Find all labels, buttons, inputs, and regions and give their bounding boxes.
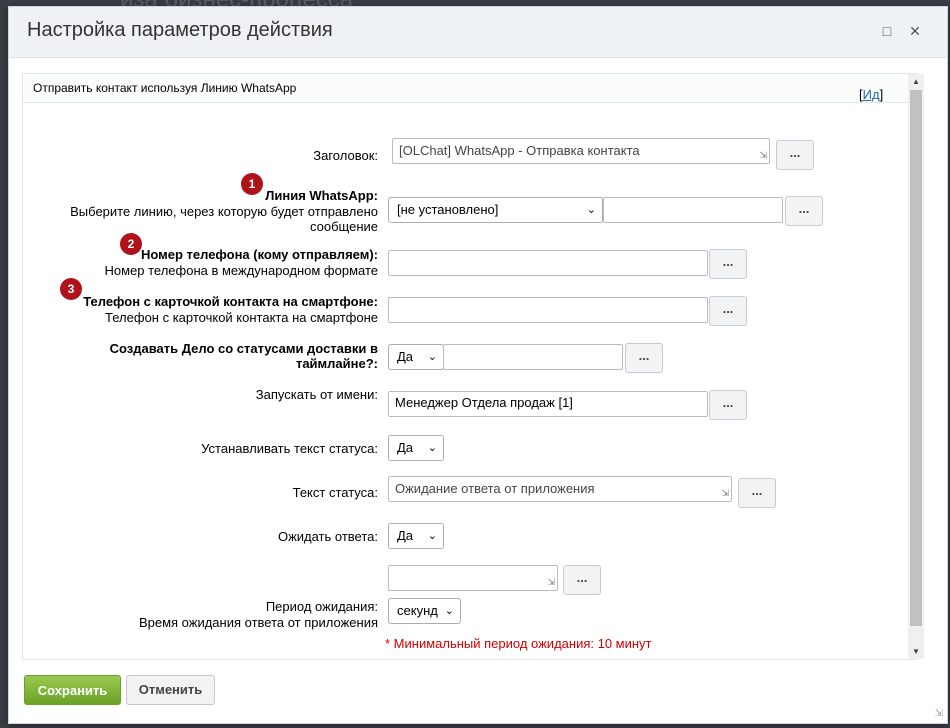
cancel-button[interactable]: Отменить [126,675,215,705]
badge-1: 1 [241,173,263,195]
title-input-value: [OLChat] WhatsApp - Отправка контакта [399,143,640,158]
phone-field-description: Номер телефона в международном формате [104,263,378,278]
id-link[interactable]: Ид [863,87,880,102]
status-text-input[interactable]: Ожидание ответа от приложения ⇲ [388,476,732,502]
run-as-field-label: Запускать от имени: [255,387,378,402]
settings-dialog: Настройка параметров действия □ ✕ Отправ… [8,6,948,724]
chevron-down-icon: ⌄ [427,530,437,542]
line-field-description: Выберите линию, через которую будет отпр… [70,204,378,234]
dialog-titlebar[interactable]: Настройка параметров действия □ ✕ [9,7,947,58]
line-select-value: [не установлено] [397,202,499,217]
run-as-input-value: Менеджер Отдела продаж [1] [395,395,573,410]
set-status-select[interactable]: Да ⌄ [388,435,444,461]
scroll-down-icon[interactable]: ▼ [912,647,920,656]
contact-phone-field-description: Телефон с карточкой контакта на смартфон… [105,310,378,325]
wait-period-unit-select[interactable]: секунд ⌄ [388,598,461,624]
chevron-down-icon: ⌄ [427,442,437,454]
save-button[interactable]: Сохранить [24,675,121,705]
id-link-bracket-close: ] [879,87,884,102]
create-task-field-label: Создавать Дело со статусами доставки в т… [109,341,378,371]
wait-period-picker-button[interactable]: ... [563,565,601,595]
contact-phone-field-label: Телефон с карточкой контакта на смартфон… [83,294,378,309]
phone-picker-button[interactable]: ... [709,249,747,279]
title-field-label: Заголовок: [313,148,378,163]
wait-reply-field-label: Ожидать ответа: [277,529,378,544]
id-link-wrapper: [Ид] [859,87,883,102]
resize-grip-icon[interactable]: ⇲ [721,488,729,499]
create-task-select[interactable]: Да ⌄ [388,344,444,370]
create-task-select-value: Да [397,349,414,364]
close-icon[interactable]: ✕ [907,23,923,39]
wait-period-unit-value: секунд [397,603,438,618]
chevron-down-icon: ⌄ [586,204,596,216]
wait-period-input[interactable]: ⇲ [388,565,558,591]
chevron-down-icon: ⌄ [444,605,454,617]
activity-header: Отправить контакт используя Линию WhatsA… [23,74,916,103]
contact-phone-picker-button[interactable]: ... [709,296,747,326]
scroll-up-icon[interactable]: ▲ [912,77,920,86]
square-icon[interactable]: □ [879,23,895,39]
dialog-title: Настройка параметров действия [27,19,333,41]
set-status-select-value: Да [397,440,414,455]
min-period-note: * Минимальный период ожидания: 10 минут [385,636,652,651]
create-task-extra-input[interactable] [443,344,623,370]
status-text-field-label: Текст статуса: [292,485,378,500]
run-as-input[interactable]: Менеджер Отдела продаж [1] [388,391,708,417]
contact-phone-input[interactable] [388,297,708,323]
badge-2: 2 [120,233,142,255]
phone-input[interactable] [388,250,708,276]
activity-name: Отправить контакт используя Линию WhatsA… [33,81,297,95]
line-picker-button[interactable]: ... [785,196,823,226]
status-text-input-value: Ожидание ответа от приложения [395,481,595,496]
chevron-down-icon: ⌄ [427,351,437,363]
line-select[interactable]: [не установлено] ⌄ [388,197,603,223]
resize-grip-icon[interactable]: ⇲ [547,577,555,588]
line-extra-input[interactable] [603,197,783,223]
wait-reply-select-value: Да [397,528,414,543]
wait-reply-select[interactable]: Да ⌄ [388,523,444,549]
phone-field-label: Номер телефона (кому отправляем): [140,247,378,262]
scrollbar-thumb[interactable] [910,90,922,626]
title-input[interactable]: [OLChat] WhatsApp - Отправка контакта ⇲ [392,138,770,164]
wait-period-field-label: Период ожидания: [265,599,378,614]
run-as-picker-button[interactable]: ... [709,390,747,420]
vertical-scrollbar[interactable]: ▲ ▼ [908,74,924,659]
dialog-resize-icon[interactable]: ⇲ [935,708,943,719]
set-status-field-label: Устанавливать текст статуса: [201,441,378,456]
title-field-picker-button[interactable]: ... [776,140,814,170]
status-text-picker-button[interactable]: ... [738,478,776,508]
line-field-label: Линия WhatsApp: [265,188,378,203]
create-task-picker-button[interactable]: ... [625,343,663,373]
resize-grip-icon[interactable]: ⇲ [759,150,767,161]
wait-period-field-description: Время ожидания ответа от приложения [138,615,378,630]
badge-3: 3 [60,278,82,300]
